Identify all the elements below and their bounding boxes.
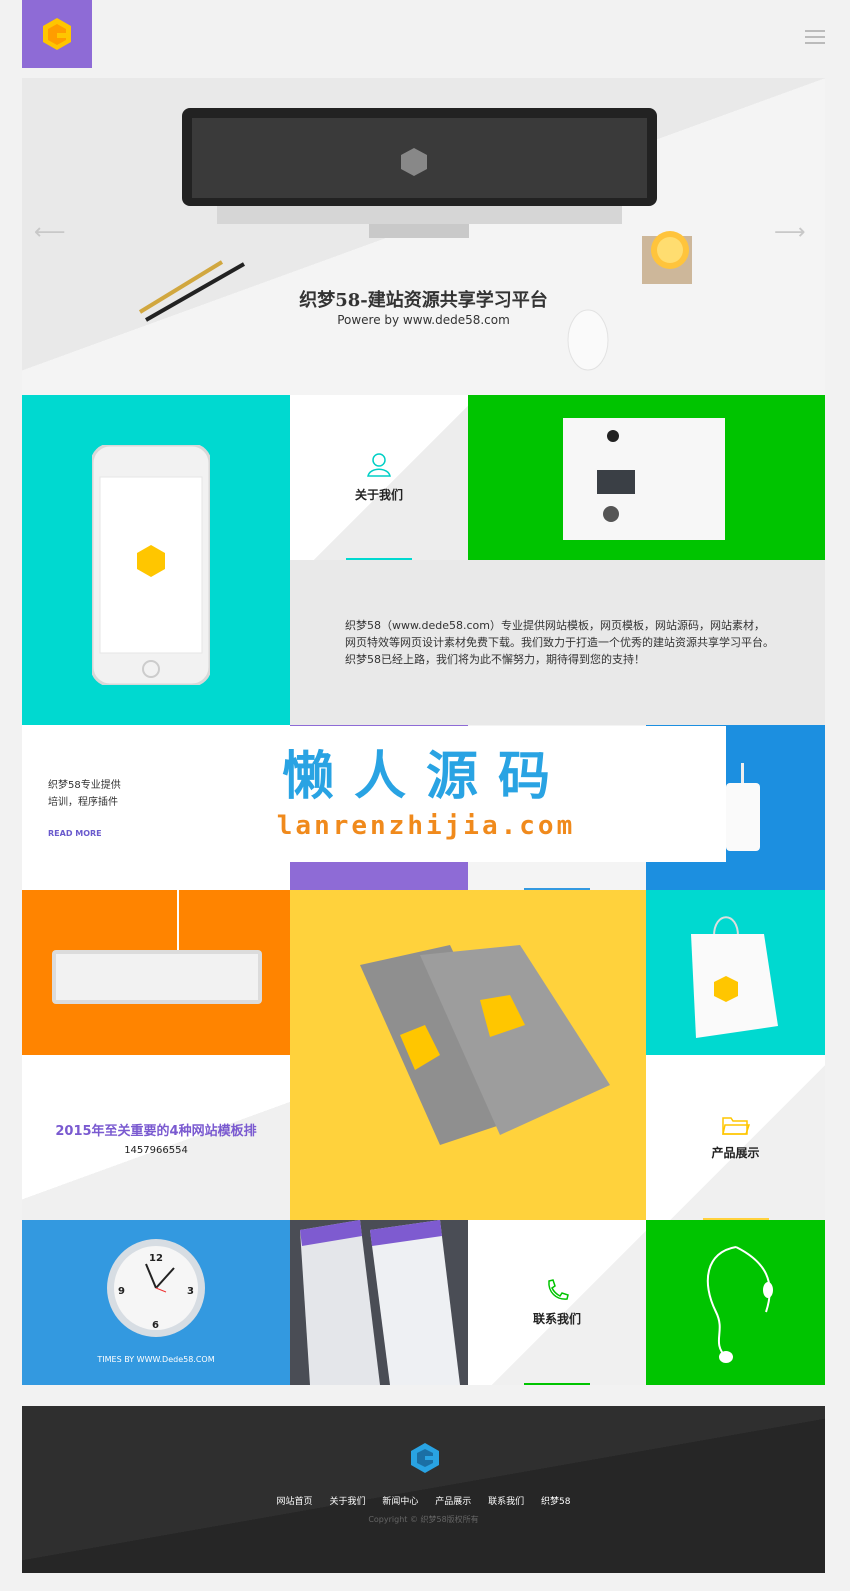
footer-nav: 网站首页 关于我们 新闻中心 产品展示 联系我们 织梦58	[22, 1494, 825, 1507]
phone-image	[92, 445, 210, 685]
watermark-banner: 懒人源码 lanrenzhijia.com	[126, 726, 726, 862]
app-screens-image	[300, 1220, 460, 1385]
footer-nav-about[interactable]: 关于我们	[329, 1497, 365, 1507]
footer-copyright: Copyright © 织梦58版权所有	[368, 1515, 479, 1524]
about-label: 关于我们	[354, 488, 403, 502]
g-logo-icon	[43, 18, 71, 50]
clock-tile[interactable]: 12 3 6 9 TIMES BY WWW.Dede58.COM	[22, 1220, 290, 1385]
contact-tile[interactable]: 联系我们	[468, 1220, 646, 1385]
folder-icon	[721, 1117, 750, 1135]
about-text-tile: 织梦58（www.dede58.com）专业提供网站模板，网页模板，网站源码，网…	[290, 560, 825, 725]
phone-icon	[548, 1279, 569, 1300]
user-icon	[367, 453, 391, 477]
shopping-bag-image	[691, 916, 778, 1038]
hero-subtitle: Powere by www.dede58.com	[337, 313, 510, 327]
clock-9: 9	[118, 1286, 125, 1297]
keyboard-image	[52, 890, 262, 1004]
clock-caption: TIMES BY WWW.Dede58.COM	[97, 1355, 215, 1364]
watermark-url: lanrenzhijia.com	[276, 811, 576, 841]
clock-3: 3	[187, 1286, 194, 1297]
hero-banner: ⟵ ⟶ 织梦58-建站资源共享学习平台 Powere by www.dede58…	[22, 78, 825, 395]
watermark-title: 懒人源码	[281, 746, 570, 807]
about-description: 织梦58（www.dede58.com）专业提供网站模板，网页模板，网站源码，网…	[345, 619, 774, 666]
contact-label: 联系我们	[532, 1312, 581, 1326]
article-title[interactable]: 2015年至关重要的4种网站模板排	[55, 1120, 256, 1139]
bag-tile[interactable]	[646, 890, 825, 1055]
cup-image	[642, 231, 692, 284]
keyboard-tile[interactable]	[22, 890, 290, 1055]
app-tile[interactable]	[290, 1220, 468, 1385]
site-footer: 网站首页 关于我们 新闻中心 产品展示 联系我们 织梦58 Copyright …	[22, 1406, 825, 1573]
article-phone: 1457966554	[124, 1144, 188, 1156]
hero-title: 织梦58-建站资源共享学习平台	[299, 290, 548, 311]
clock-6: 6	[152, 1320, 159, 1331]
site-logo[interactable]	[22, 0, 92, 68]
read-more-link[interactable]: READ MORE	[48, 829, 102, 838]
hamburger-icon[interactable]	[805, 30, 825, 46]
cards-tile[interactable]	[290, 890, 646, 1220]
brochure-tile[interactable]	[468, 395, 825, 560]
footer-nav-home[interactable]: 网站首页	[277, 1497, 313, 1507]
brochure-image	[563, 418, 725, 540]
earphones-tile[interactable]	[646, 1220, 825, 1385]
products-tile[interactable]: 产品展示	[646, 1055, 825, 1220]
footer-logo-icon	[411, 1443, 439, 1473]
products-label: 产品展示	[711, 1146, 760, 1160]
footer-nav-products[interactable]: 产品展示	[435, 1497, 471, 1507]
footer-nav-dede58[interactable]: 织梦58	[541, 1497, 570, 1507]
footer-nav-contact[interactable]: 联系我们	[488, 1497, 524, 1507]
earphones-image	[706, 1246, 773, 1363]
about-tile[interactable]: 关于我们	[290, 395, 468, 560]
footer-nav-news[interactable]: 新闻中心	[382, 1497, 418, 1507]
clock-12: 12	[149, 1253, 163, 1264]
article-tile[interactable]: 2015年至关重要的4种网站模板排 1457966554	[22, 1055, 290, 1220]
business-cards-image	[360, 945, 610, 1145]
monitor-image	[182, 108, 657, 238]
phone-tile[interactable]	[22, 395, 290, 725]
charger-image	[726, 763, 760, 851]
news-text-line1: 织梦58专业提供	[48, 780, 121, 791]
arrow-right-icon[interactable]: ⟶	[774, 220, 806, 245]
news-text-line2: 培训，程序插件	[48, 797, 118, 808]
arrow-left-icon[interactable]: ⟵	[34, 220, 66, 245]
